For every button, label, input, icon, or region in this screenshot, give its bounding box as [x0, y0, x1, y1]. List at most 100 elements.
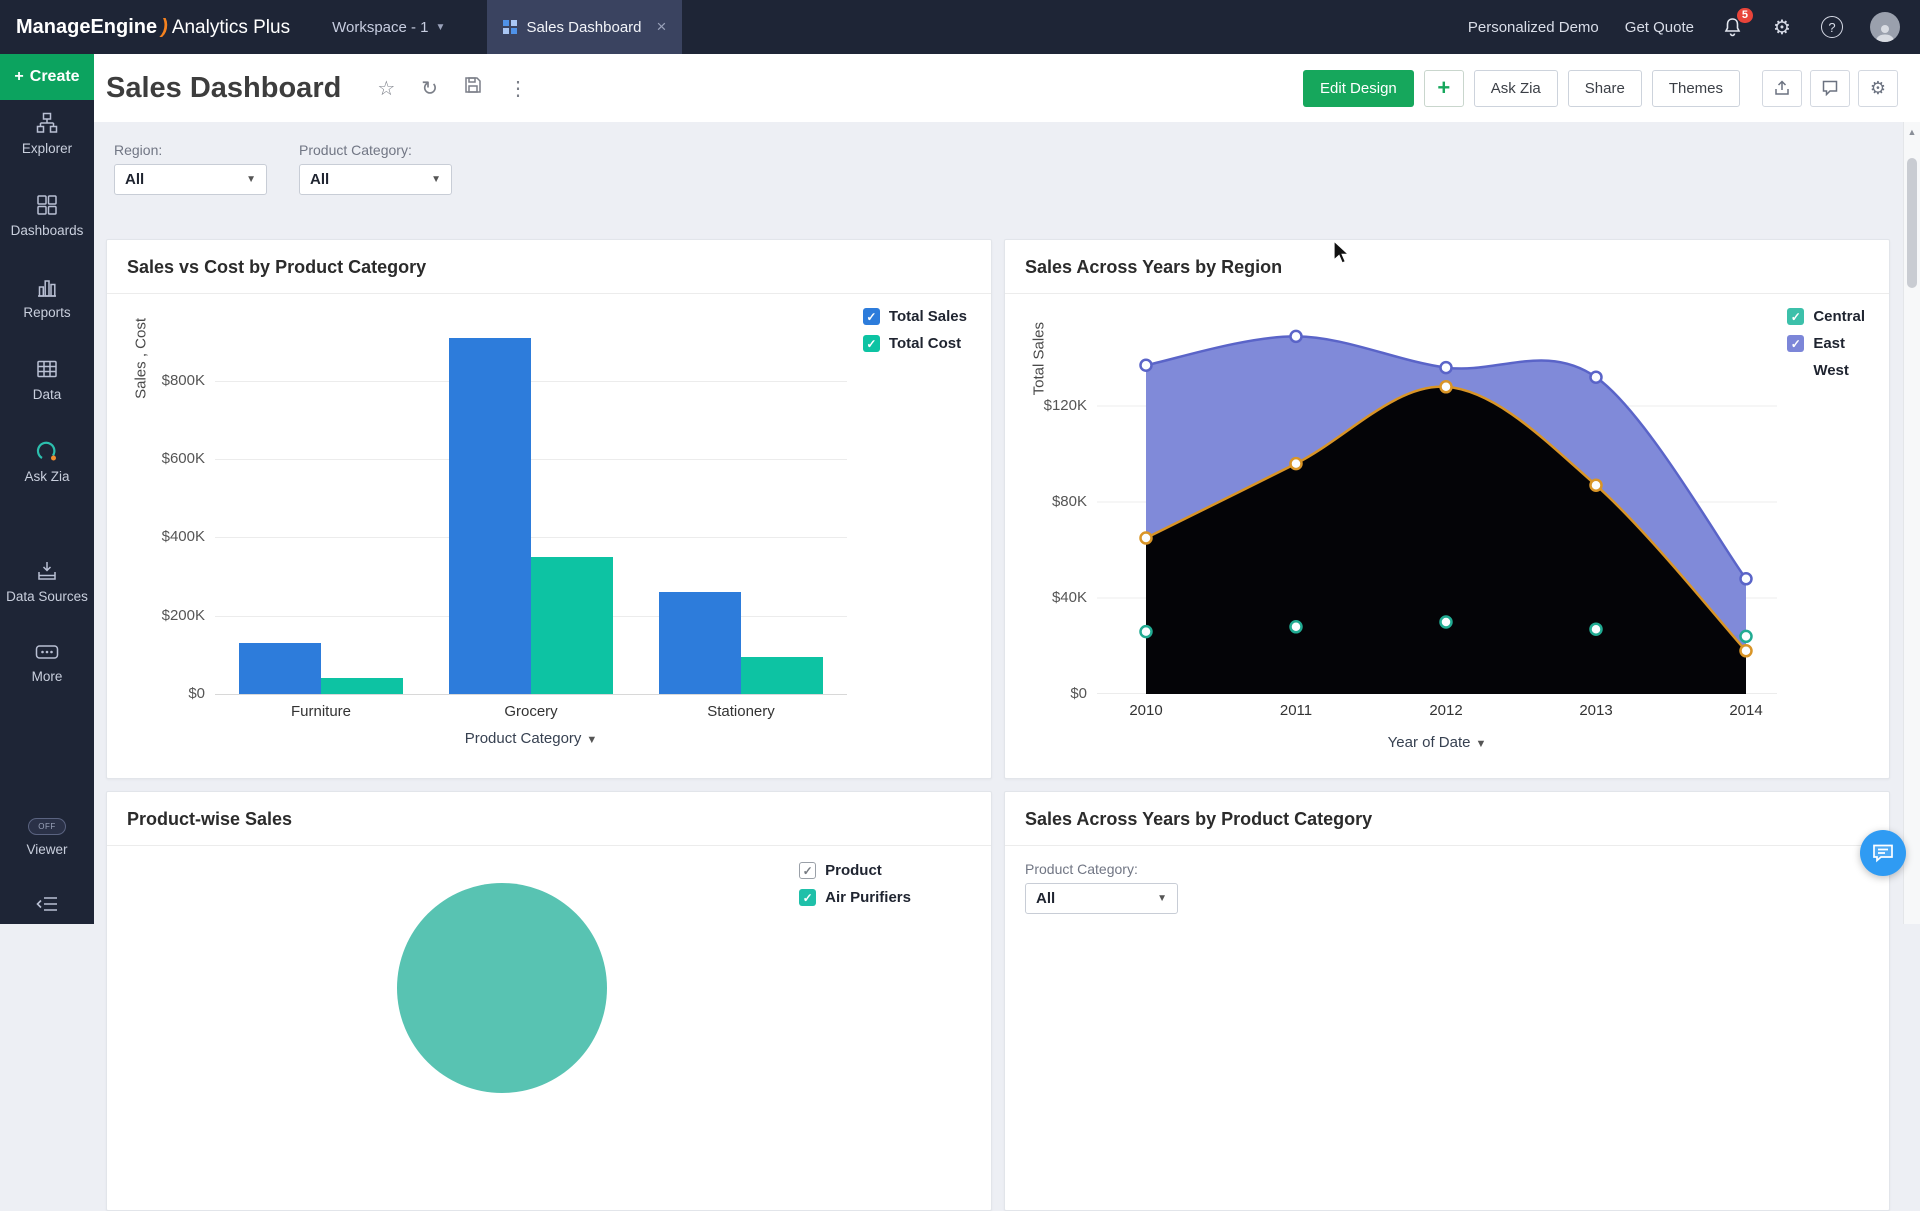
workspace-selector[interactable]: Workspace - 1 ▼ — [332, 19, 445, 36]
reports-icon — [36, 276, 58, 298]
bar-group-stationery — [659, 592, 823, 694]
y-tick-label: $80K — [1052, 493, 1087, 510]
dashboards-icon — [36, 194, 58, 216]
bar[interactable] — [239, 643, 321, 694]
more-icon — [35, 642, 59, 662]
collapse-sidebar-icon[interactable] — [0, 888, 94, 924]
checkbox-checked-icon[interactable]: ✓ — [863, 308, 880, 325]
favorite-star-icon[interactable]: ☆ — [377, 76, 395, 101]
checkbox-checked-icon[interactable]: ✓ — [863, 335, 880, 352]
create-label: Create — [30, 68, 80, 86]
x-tick-label: Furniture — [239, 703, 403, 720]
legend-label: Total Sales — [889, 308, 967, 325]
share-button[interactable]: Share — [1568, 70, 1642, 107]
legend-label: East — [1813, 335, 1845, 352]
plus-icon: + — [14, 68, 23, 86]
settings-gear-icon[interactable]: ⚙ — [1770, 15, 1794, 39]
card-sales-across-years-region: Sales Across Years by Region ✓ Central ✓… — [1004, 239, 1890, 779]
save-icon[interactable] — [464, 76, 482, 100]
x-tick-label: 2012 — [1429, 702, 1462, 719]
legend-item-total-cost[interactable]: ✓ Total Cost — [863, 335, 967, 352]
comments-button[interactable] — [1810, 70, 1850, 107]
get-quote-link[interactable]: Get Quote — [1625, 19, 1694, 36]
area-x-axis: 20102011201220132014 — [1097, 702, 1777, 724]
pie-chart-partial[interactable] — [397, 883, 607, 1093]
legend-item-product[interactable]: ✓ Product — [799, 862, 911, 879]
scroll-up-arrow-icon[interactable]: ▲ — [1904, 122, 1920, 137]
export-button[interactable] — [1762, 70, 1802, 107]
sidebar-item-more[interactable]: More — [0, 630, 94, 712]
y-tick-label: $0 — [188, 685, 205, 702]
user-avatar[interactable] — [1870, 12, 1900, 42]
brand-manageengine: ManageEngine — [16, 16, 157, 39]
area-chart-plot — [1097, 322, 1777, 694]
bar-x-axis: Furniture Grocery Stationery — [215, 703, 847, 720]
category-filter-dropdown[interactable]: All ▼ — [299, 164, 452, 195]
bar[interactable] — [321, 678, 403, 694]
pie-chart-legend: ✓ Product ✓ Air Purifiers — [799, 862, 911, 906]
card4-filter-dropdown[interactable]: All ▼ — [1025, 883, 1178, 914]
y-tick-label: $400K — [162, 528, 205, 545]
area-x-axis-title[interactable]: Year of Date▼ — [1097, 734, 1777, 751]
bar[interactable] — [531, 557, 613, 694]
help-icon[interactable]: ? — [1820, 15, 1844, 39]
x-tick-label: Grocery — [449, 703, 613, 720]
sidebar-item-data[interactable]: Data — [0, 346, 94, 428]
area-y-axis-title: Total Sales — [1029, 322, 1049, 395]
vertical-scrollbar[interactable]: ▲ — [1903, 122, 1920, 924]
checkbox-checked-icon[interactable]: ✓ — [1787, 335, 1804, 352]
bar-x-axis-title[interactable]: Product Category▼ — [215, 730, 847, 747]
legend-item-total-sales[interactable]: ✓ Total Sales — [863, 308, 967, 325]
legend-item-central[interactable]: ✓ Central — [1787, 308, 1865, 325]
main-area: Sales Dashboard ☆ ↻ ⋮ Edit Design + Ask … — [94, 54, 1920, 924]
y-tick-label: $800K — [162, 372, 205, 389]
x-tick-label: 2011 — [1280, 702, 1312, 719]
tab-sales-dashboard[interactable]: Sales Dashboard × — [487, 0, 682, 54]
page-title: Sales Dashboard — [106, 72, 341, 105]
checkbox-checked-icon[interactable]: ✓ — [799, 889, 816, 906]
sidebar-item-ask-zia[interactable]: Ask Zia — [0, 428, 94, 510]
x-tick-label: 2014 — [1729, 702, 1762, 719]
add-widget-button[interactable]: + — [1424, 70, 1464, 107]
sidebar-item-label: Reports — [23, 305, 70, 320]
close-tab-icon[interactable]: × — [657, 17, 667, 37]
filter-bar: Region: All ▼ Product Category: All ▼ — [114, 142, 1890, 195]
edit-design-button[interactable]: Edit Design — [1303, 70, 1414, 107]
x-tick-label: Stationery — [659, 703, 823, 720]
chat-support-button[interactable] — [1860, 830, 1906, 876]
region-filter-dropdown[interactable]: All ▼ — [114, 164, 267, 195]
scrollbar-thumb[interactable] — [1907, 158, 1917, 288]
bar-group-furniture — [239, 643, 403, 694]
personalized-demo-link[interactable]: Personalized Demo — [1468, 19, 1599, 36]
themes-button[interactable]: Themes — [1652, 70, 1740, 107]
checkbox-checked-icon[interactable]: ✓ — [1787, 308, 1804, 325]
data-icon — [36, 358, 58, 380]
sidebar-item-reports[interactable]: Reports — [0, 264, 94, 346]
dashboard-settings-gear-icon[interactable]: ⚙ — [1858, 70, 1898, 107]
sidebar-item-dashboards[interactable]: Dashboards — [0, 182, 94, 264]
bar[interactable] — [659, 592, 741, 694]
legend-item-east[interactable]: ✓ East — [1787, 335, 1865, 352]
checkbox-checked-icon[interactable]: ✓ — [1787, 362, 1804, 379]
refresh-icon[interactable]: ↻ — [421, 76, 438, 101]
create-button[interactable]: + Create — [0, 54, 94, 100]
checkbox-checked-icon[interactable]: ✓ — [799, 862, 816, 879]
explorer-icon — [36, 112, 58, 134]
sidebar-item-viewer[interactable]: OFF Viewer — [0, 806, 94, 888]
notifications-bell-icon[interactable]: 5 — [1720, 15, 1744, 39]
legend-item-west[interactable]: ✓ West — [1787, 362, 1865, 379]
kebab-menu-icon[interactable]: ⋮ — [508, 76, 528, 101]
data-sources-icon — [36, 560, 58, 582]
sidebar-item-label: Viewer — [26, 842, 67, 857]
ask-zia-button[interactable]: Ask Zia — [1474, 70, 1558, 107]
sidebar-item-explorer[interactable]: Explorer — [0, 100, 94, 182]
bar[interactable] — [449, 338, 531, 694]
viewer-toggle[interactable]: OFF — [28, 818, 66, 835]
bar-chart-legend: ✓ Total Sales ✓ Total Cost — [863, 308, 967, 352]
card-title: Sales Across Years by Region — [1025, 257, 1869, 278]
legend-item-air-purifiers[interactable]: ✓ Air Purifiers — [799, 889, 911, 906]
sidebar-item-data-sources[interactable]: Data Sources — [0, 548, 94, 630]
ask-zia-icon — [36, 440, 58, 462]
brand-mark-icon: ) — [161, 16, 168, 39]
bar[interactable] — [741, 657, 823, 694]
